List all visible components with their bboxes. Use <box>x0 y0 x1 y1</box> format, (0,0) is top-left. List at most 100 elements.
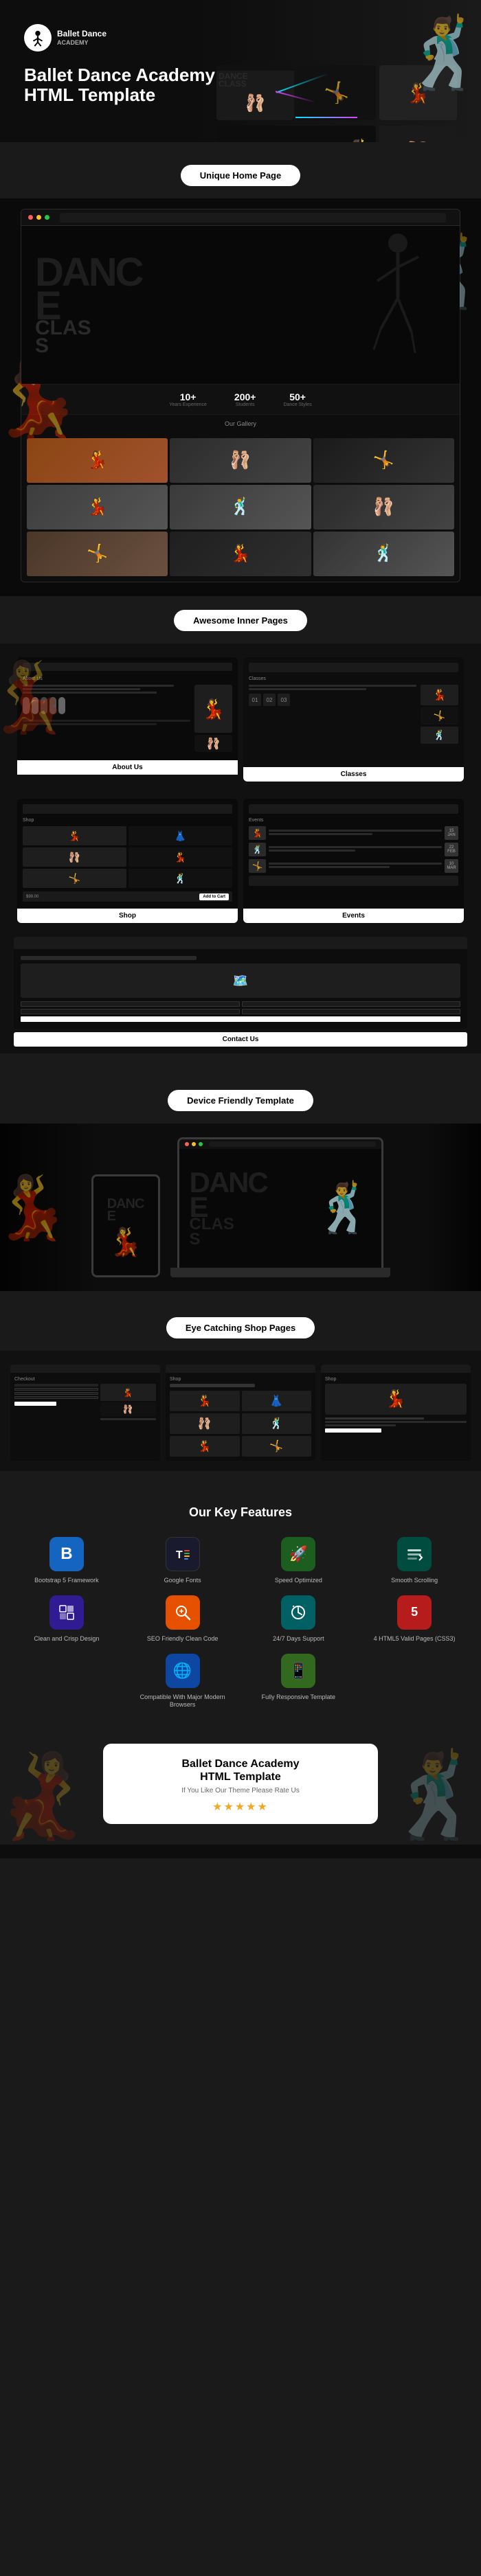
event-line-3b <box>269 866 390 868</box>
feature-bootstrap: B Bootstrap 5 Framework <box>14 1537 120 1585</box>
event-info-2 <box>269 846 442 853</box>
events-nav <box>249 804 458 814</box>
classes-page-label: Classes <box>243 767 464 782</box>
gallery-item-8: 💃 <box>170 532 311 576</box>
features-row-1: B Bootstrap 5 Framework T Google Fonts 🚀 <box>14 1537 467 1585</box>
about-dancer-img: 💃 <box>194 685 232 733</box>
shop-events-grid: Shop 💃 👗 🩰 💃 🤸 🕺 $99.00 Add to Cart S <box>7 792 474 933</box>
chk-input-3 <box>14 1396 98 1399</box>
contact-input-4[interactable] <box>242 1009 461 1014</box>
event-line-1b <box>269 833 372 835</box>
shop-cart-row: $99.00 Add to Cart <box>23 891 232 902</box>
responsive-label: Fully Responsive Template <box>246 1694 352 1702</box>
class-num-02: 02 <box>263 694 276 706</box>
event-line-2b <box>269 850 355 852</box>
device-label-bar: Device Friendly Template <box>0 1078 481 1124</box>
footer-section: 💃 🕺 Ballet Dance Academy HTML Template I… <box>0 1730 481 1845</box>
inner-pages-section: Awesome Inner Pages 💃 About Us <box>0 596 481 1067</box>
shop-inner-preview: Shop 💃 👗 🩰 💃 🤸 🕺 $99.00 Add to Cart <box>17 799 238 909</box>
home-mockup: DANCE CLASS <box>21 209 460 582</box>
clean-design-label: Clean and Crisp Design <box>14 1635 120 1643</box>
product-price <box>325 1424 396 1426</box>
bootstrap-icon: B <box>49 1537 84 1571</box>
smooth-scroll-icon <box>397 1537 432 1571</box>
checkout-nav <box>10 1365 160 1373</box>
order-item-2: 🩰 <box>100 1402 156 1416</box>
shop-item-3: 🩰 <box>23 847 126 867</box>
seo-label: SEO Friendly Clean Code <box>130 1635 236 1643</box>
support-icon <box>281 1595 315 1630</box>
laptop-dot-y <box>192 1142 196 1146</box>
checkout-form-area <box>14 1384 98 1420</box>
stat-2: 200+ Students <box>234 391 256 407</box>
html5-icon: 5 <box>397 1595 432 1630</box>
laptop-hero: DANCE CLASS 🕺 <box>179 1149 381 1268</box>
tablet-mockup: DANCE 💃 <box>91 1174 160 1277</box>
chk-input-1 <box>14 1388 98 1391</box>
page-title: Ballet Dance Academy HTML Template <box>24 65 216 104</box>
checkout-content: Checkout 💃 🩰 <box>10 1373 160 1455</box>
inner-pages-container: 💃 About Us <box>0 643 481 1053</box>
shop-add-btn: Add to Cart <box>199 893 229 900</box>
order-total-line <box>100 1418 156 1420</box>
shop-label: Eye Catching Shop Pages <box>166 1317 315 1338</box>
device-preview-area: 💃 DANCE 💃 <box>0 1124 481 1291</box>
product-label: Shop <box>325 1377 467 1382</box>
checkout-label: Checkout <box>14 1377 156 1382</box>
about-img-col: 💃 🩰 <box>194 685 232 752</box>
gallery-item-9: 🕺 <box>313 532 454 576</box>
footer-card-sub: If You Like Our Theme Please Rate Us <box>117 1787 364 1794</box>
classes-nav <box>249 663 458 672</box>
event-line-3a <box>269 863 442 865</box>
events-content: 💃 15JAN 🕺 <box>249 826 458 895</box>
classes-card: Classes 01 02 03 💃 <box>243 657 464 782</box>
shop-listing-items: 💃 👗 🩰 🕺 💃 🤸 <box>170 1391 311 1457</box>
listing-item-3: 🩰 <box>170 1413 240 1434</box>
contact-input-3[interactable] <box>21 1009 240 1014</box>
header-thumb-4: DANCE CLASSES 🕺 <box>216 126 376 143</box>
contact-input-1[interactable] <box>21 1001 240 1007</box>
gallery-item-2: 🩰 <box>170 438 311 483</box>
product-desc <box>325 1421 467 1423</box>
gallery-item-3: 🤸 <box>313 438 454 483</box>
home-section-wrapper: Unique Home Page 💃 🕺 DANCE CLASS <box>0 142 481 596</box>
laptop-dot-r <box>185 1142 189 1146</box>
html5-label: 4 HTML5 Valid Pages (CSS3) <box>361 1635 467 1643</box>
contact-input-2[interactable] <box>242 1001 461 1007</box>
feature-responsive: 📱 Fully Responsive Template <box>246 1654 352 1709</box>
about-dancer-img-2: 🩰 <box>194 735 232 752</box>
features-row-3: 🌐 Compatible With Major Modern Browsers … <box>14 1654 467 1709</box>
event-date-3: 10MAR <box>445 859 458 873</box>
feature-speed: 🚀 Speed Optimized <box>246 1537 352 1585</box>
feature-smooth-scroll: Smooth Scrolling <box>361 1537 467 1585</box>
hero-section: DANCE CLASS <box>21 226 460 384</box>
events-page-label: Events <box>243 909 464 923</box>
classes-img-col: 💃 🤸 🕺 <box>421 685 458 744</box>
event-date-2: 22FEB <box>445 843 458 856</box>
checkout-card: Checkout 💃 🩰 <box>10 1365 160 1461</box>
event-img-3: 🤸 <box>249 859 266 873</box>
event-date-1: 15JAN <box>445 826 458 840</box>
shop-inner-card: Shop 💃 👗 🩰 💃 🤸 🕺 $99.00 Add to Cart S <box>17 799 238 923</box>
shop-inner-nav <box>23 804 232 814</box>
feature-browsers: 🌐 Compatible With Major Modern Browsers <box>130 1654 236 1709</box>
browsers-label: Compatible With Major Modern Browsers <box>130 1694 236 1709</box>
logo: Ballet Dance ACADEMY <box>24 24 107 52</box>
listing-item-5: 💃 <box>170 1436 240 1457</box>
shop-items-grid: 💃 👗 🩰 💃 🤸 🕺 <box>23 826 232 888</box>
shop-item-6: 🕺 <box>128 869 232 888</box>
shop-price: $99.00 <box>26 895 38 899</box>
contact-mock: 🗺️ <box>14 937 467 1029</box>
laptop-dancer: 🕺 <box>314 1181 374 1237</box>
event-info-1 <box>269 830 442 836</box>
home-page-label: Unique Home Page <box>181 165 300 186</box>
event-item-3: 🤸 10MAR <box>249 859 458 873</box>
contact-submit-btn[interactable] <box>21 1016 460 1022</box>
footer-card-title: Ballet Dance Academy HTML Template <box>117 1757 364 1783</box>
laptop-dot-g <box>199 1142 203 1146</box>
contact-section: 🗺️ Contact Us <box>7 933 474 1053</box>
address-bar <box>60 213 446 223</box>
features-row-2: Clean and Crisp Design SEO Friendly Clea… <box>14 1595 467 1643</box>
shop-item-5: 🤸 <box>23 869 126 888</box>
tablet-dancer: 💃 <box>109 1226 143 1258</box>
